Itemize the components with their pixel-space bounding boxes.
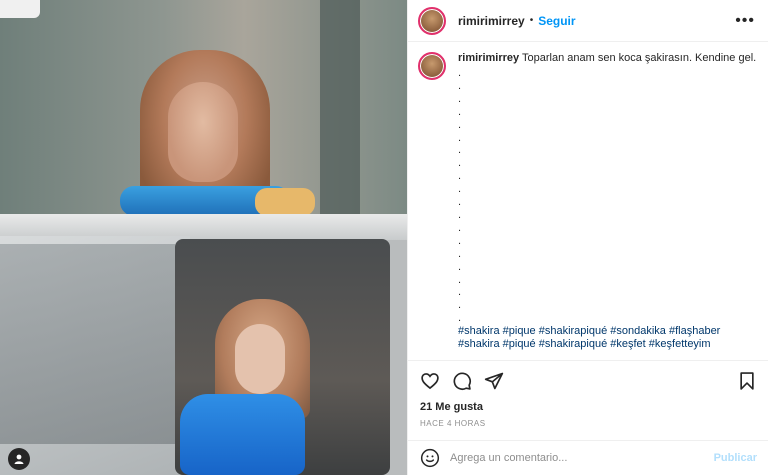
post-header: rimirimirrey • Seguir ••• [408,0,768,42]
comment-input[interactable] [450,452,714,464]
photo-top-frame [0,0,407,218]
hand [255,188,315,216]
action-icons [420,371,504,391]
comment-icon[interactable] [452,371,472,391]
publish-button[interactable]: Publicar [714,452,757,464]
woman-face [168,82,238,182]
caption-area: rimirimirrey Toparlan anam sen koca şaki… [408,42,768,360]
side-mirror [180,394,305,475]
user-tag-icon[interactable] [8,448,30,470]
avatar[interactable] [418,6,446,35]
caption-username[interactable]: rimirimirrey [458,52,519,64]
caption-avatar[interactable] [418,52,446,80]
post-side-panel: rimirimirrey • Seguir ••• rimirimirrey T… [407,0,768,475]
dot-line: . [458,79,462,92]
dot-line: . [458,183,462,196]
post-image[interactable] [0,0,407,475]
windshield [0,244,175,444]
follow-button[interactable]: Seguir [538,14,575,28]
bookmark-icon[interactable] [737,371,757,391]
dot-line: . [458,234,462,247]
dot-line: . [458,273,462,286]
caption-body: rimirimirrey Toparlan anam sen koca şaki… [458,52,756,351]
car-pillar [320,0,360,218]
dot-line: . [458,92,462,105]
separator-dot: • [529,15,534,26]
dot-line: . [458,118,462,131]
dot-line: . [458,247,462,260]
share-icon[interactable] [484,371,504,391]
dot-line: . [458,286,462,299]
post-timestamp: HACE 4 HORAS [420,419,486,428]
dot-line: . [458,208,462,221]
hashtags-line-2[interactable]: #shakira #piqué #shakirapiqué #keşfet #k… [458,338,756,351]
dot-line: . [458,170,462,183]
header-username[interactable]: rimirimirrey [458,14,525,28]
photo-bottom-frame [0,214,407,475]
heart-icon[interactable] [420,371,440,391]
dot-line: . [458,299,462,312]
dot-line: . [458,260,462,273]
dot-line: . [458,157,462,170]
dot-line: . [458,221,462,234]
caption-text: Toparlan anam sen koca şakirasın. Kendin… [522,52,757,64]
hashtags-line-1[interactable]: #shakira #pique #shakirapiqué #sondakika… [458,325,756,338]
more-icon[interactable]: ••• [735,12,755,30]
driver-face [235,324,285,394]
comment-bar: Publicar [408,440,768,475]
photo-corner [0,0,40,18]
dot-line: . [458,67,462,79]
emoji-icon[interactable] [420,448,440,468]
likes-count[interactable]: 21 Me gusta [420,401,483,413]
dot-line: . [458,105,462,118]
dot-line: . [458,144,462,157]
dot-line: . [458,196,462,209]
caption-dots: . . . . . . . . . . . . . . . . . . . . [458,67,756,325]
dot-line: . [458,131,462,144]
dot-line: . [458,312,462,325]
